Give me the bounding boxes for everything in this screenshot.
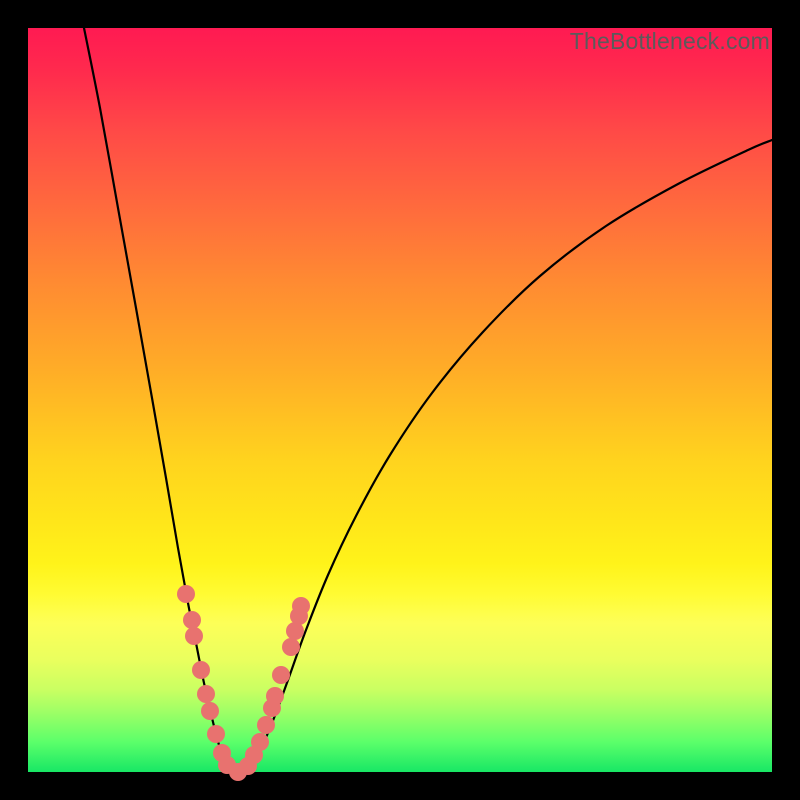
data-bead xyxy=(201,702,219,720)
data-bead xyxy=(257,716,275,734)
data-bead xyxy=(292,597,310,615)
data-bead xyxy=(177,585,195,603)
curves-svg xyxy=(28,28,772,772)
data-bead xyxy=(192,661,210,679)
data-bead xyxy=(183,611,201,629)
data-bead xyxy=(251,733,269,751)
data-bead xyxy=(282,638,300,656)
right-curve xyxy=(238,140,772,772)
data-bead xyxy=(272,666,290,684)
chart-frame: TheBottleneck.com xyxy=(0,0,800,800)
data-bead xyxy=(185,627,203,645)
data-bead xyxy=(197,685,215,703)
left-curve xyxy=(84,28,238,772)
bead-group xyxy=(177,585,310,781)
data-bead xyxy=(207,725,225,743)
data-bead xyxy=(266,687,284,705)
